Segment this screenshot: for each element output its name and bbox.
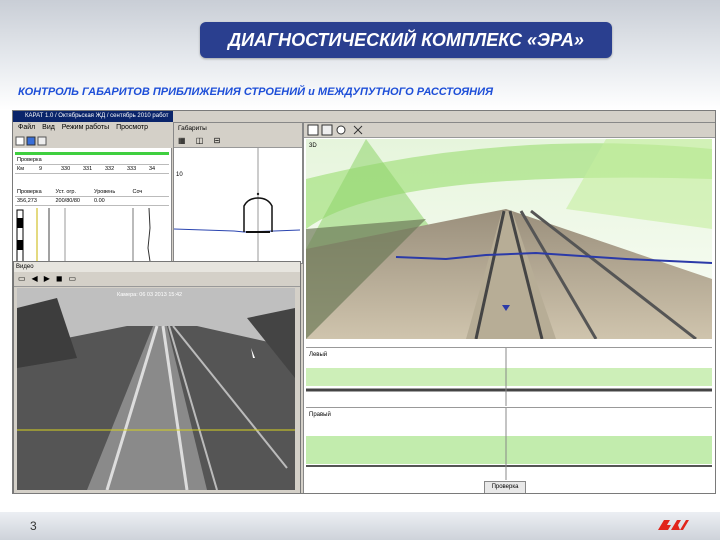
slide-title: ДИАГНОСТИЧЕСКИЙ КОМПЛЕКС «ЭРА» bbox=[200, 22, 612, 58]
print-icon bbox=[37, 136, 47, 146]
label-3d: 3D bbox=[309, 143, 317, 149]
footer-band bbox=[0, 512, 720, 540]
km-label2: Км bbox=[17, 166, 24, 172]
video-overlay: Камера: 06 03 2013 15:42 bbox=[117, 292, 182, 298]
main-toolbar bbox=[13, 134, 173, 148]
gabarity-tick: 10 bbox=[176, 172, 183, 178]
gabarity-toolbar[interactable]: ▦ ◫ ⊟ bbox=[174, 135, 302, 148]
table-cell: 0.00 bbox=[94, 198, 105, 204]
km-cell[interactable]: 330 bbox=[59, 165, 81, 173]
open-icon bbox=[15, 136, 25, 146]
main-menu-bar: Файл Вид Режим работы Просмотр bbox=[13, 122, 173, 134]
left-side-scan[interactable]: Левый bbox=[306, 347, 712, 406]
gabarity-window: Габариты ▦ ◫ ⊟ 10 bbox=[173, 122, 303, 264]
km-cell[interactable]: 9 bbox=[37, 165, 59, 173]
video-window: Видео ▭◀▶◼▭ Камера: 06 03 2013 15:42 bbox=[13, 261, 301, 493]
slide-subtitle: КОНТРОЛЬ ГАБАРИТОВ ПРИБЛИЖЕНИЯ СТРОЕНИЙ … bbox=[18, 86, 494, 98]
km-cell[interactable]: 333 bbox=[125, 165, 147, 173]
gabarity-title: Габариты bbox=[174, 123, 302, 135]
scan-toolbar[interactable] bbox=[304, 123, 715, 138]
menu-view[interactable]: Вид bbox=[42, 124, 55, 131]
col-header[interactable]: Соч bbox=[131, 188, 170, 196]
progress-strip bbox=[15, 152, 169, 155]
right-side-scan[interactable]: Правый bbox=[306, 407, 712, 480]
table-cell bbox=[131, 197, 170, 205]
pointcloud-3d-view[interactable]: 3D bbox=[306, 139, 712, 339]
label-right: Правый bbox=[309, 411, 331, 418]
main-window-title: КАРАТ 1.0 / Октябрьская ЖД / сентябрь 20… bbox=[13, 111, 173, 122]
menu-mode[interactable]: Режим работы bbox=[62, 124, 109, 131]
km-table: Проверка Км 9 330 331 332 333 34 Проверк… bbox=[15, 156, 169, 206]
km-cell[interactable]: 332 bbox=[103, 165, 125, 173]
km-cell[interactable]: 331 bbox=[81, 165, 103, 173]
km-label1: Проверка bbox=[17, 157, 42, 163]
col-header[interactable]: Уст. огр. bbox=[54, 188, 93, 196]
col-header[interactable]: Проверка bbox=[15, 188, 54, 196]
menu-browse[interactable]: Просмотр bbox=[116, 124, 148, 131]
km-cell[interactable]: 34 bbox=[147, 165, 169, 173]
toolbar-icons[interactable] bbox=[13, 134, 173, 148]
col-header[interactable]: Уровень bbox=[92, 188, 131, 196]
video-toolbar[interactable]: ▭◀▶◼▭ bbox=[14, 272, 300, 287]
video-title: Видео bbox=[14, 262, 300, 272]
scan-window: 3D Левый Правый Проверка bbox=[303, 122, 715, 493]
software-screenshot: КАРАТ 1.0 / Октябрьская ЖД / сентябрь 20… bbox=[12, 110, 716, 494]
gabarity-plot: 10 bbox=[173, 148, 301, 262]
table-cell: 200/80/80 bbox=[55, 198, 80, 204]
table-cell: 356,273 bbox=[17, 198, 37, 204]
video-frame[interactable]: Камера: 06 03 2013 15:42 bbox=[17, 288, 295, 490]
page-number: 3 bbox=[30, 519, 37, 533]
save-icon bbox=[26, 136, 36, 146]
status-button[interactable]: Проверка bbox=[484, 481, 526, 493]
menu-file[interactable]: Файл bbox=[18, 124, 35, 131]
label-left: Левый bbox=[309, 351, 327, 358]
rzd-logo-icon bbox=[658, 520, 689, 530]
